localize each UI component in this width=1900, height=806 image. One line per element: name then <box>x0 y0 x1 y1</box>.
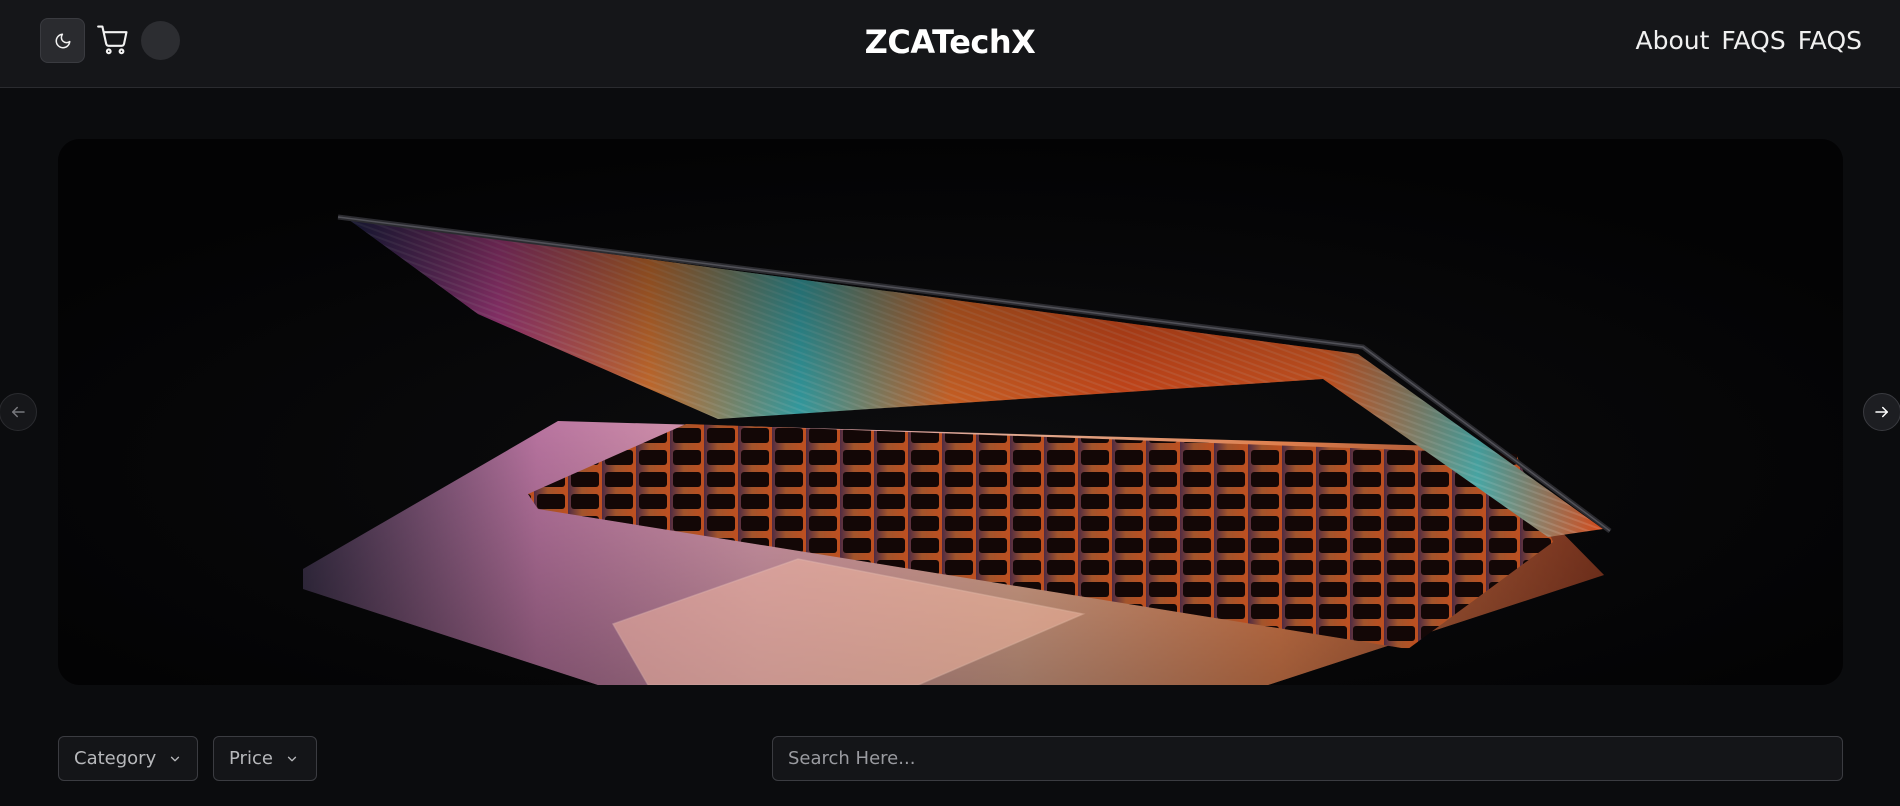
search-input[interactable] <box>772 736 1843 781</box>
chevron-down-icon <box>171 756 180 761</box>
top-navbar: ZCATechX About FAQS FAQS <box>0 0 1900 88</box>
laptop-photo <box>58 139 1843 685</box>
arrow-left-icon <box>12 406 25 418</box>
carousel-prev-button[interactable] <box>0 393 37 431</box>
brand-logo[interactable]: ZCATechX <box>0 22 1900 62</box>
nav-link-faqs-2[interactable]: FAQS <box>1798 24 1862 58</box>
nav-link-about[interactable]: About <box>1635 24 1709 58</box>
price-dropdown[interactable]: Price <box>213 736 317 781</box>
carousel-next-button[interactable] <box>1863 393 1900 431</box>
arrow-right-icon <box>1875 406 1888 418</box>
nav-link-faqs[interactable]: FAQS <box>1721 24 1785 58</box>
main-nav: About FAQS FAQS <box>1635 24 1862 58</box>
chevron-down-icon <box>287 756 297 761</box>
price-dropdown-label: Price <box>229 748 273 769</box>
category-dropdown-label: Category <box>74 748 157 769</box>
category-dropdown[interactable]: Category <box>58 736 198 781</box>
hero-carousel <box>58 139 1843 685</box>
